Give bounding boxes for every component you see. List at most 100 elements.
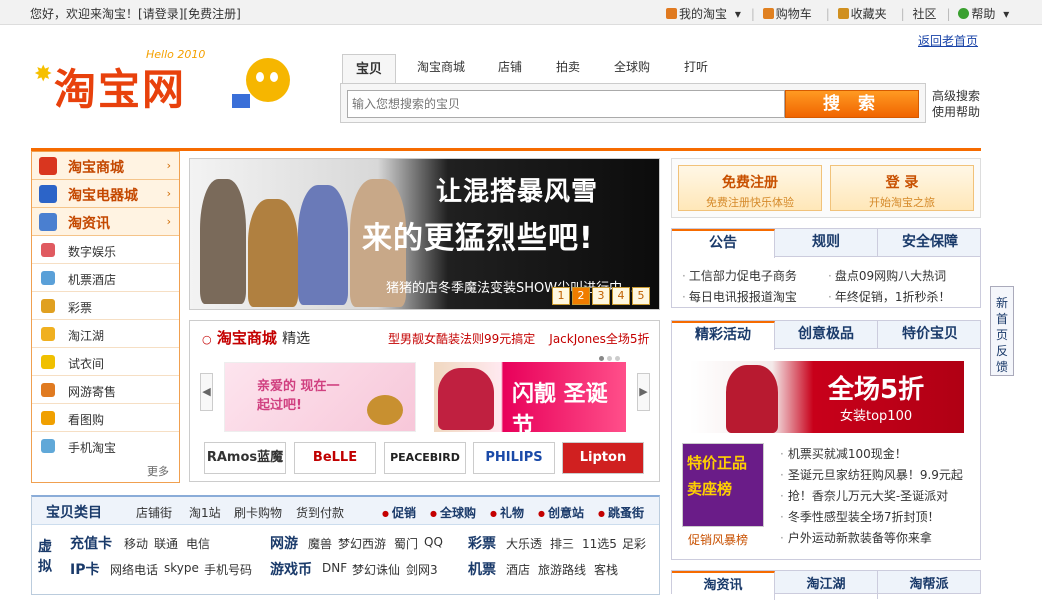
tab-activities[interactable]: 精彩活动 [672, 321, 775, 350]
tab-tao-news[interactable]: 淘资讯 [672, 571, 775, 600]
tab-rules[interactable]: 规则 [775, 229, 878, 257]
nav-item-picture-shop[interactable]: 看图购 [32, 404, 179, 432]
category-group-title[interactable]: 彩票 [468, 533, 496, 553]
category-tag-link[interactable]: 全球购 [430, 504, 476, 521]
register-button[interactable]: 免费注册 免费注册快乐体验 [678, 165, 822, 211]
mall-link[interactable]: JackJones全场5折 [549, 332, 649, 346]
carousel-prev-button[interactable]: ◀ [200, 373, 213, 411]
favorites-link[interactable]: 收藏夹 [837, 7, 891, 21]
category-link[interactable]: 梦幻西游 [338, 535, 386, 552]
brand-logo-ramos[interactable]: RAmos蓝魔 [204, 442, 286, 474]
search-input[interactable] [347, 90, 785, 118]
carousel-dot[interactable] [607, 356, 612, 361]
category-head-link[interactable]: 店铺街 [136, 504, 172, 521]
category-head-link[interactable]: 货到付款 [296, 504, 344, 521]
promo-list-item[interactable]: 机票买就减100现金！ [780, 445, 907, 462]
category-tag-link[interactable]: 礼物 [490, 504, 524, 521]
tab-specials[interactable]: 特价宝贝 [878, 321, 982, 349]
category-link[interactable]: 旅游路线 [538, 561, 586, 578]
banner-page-5[interactable]: 5 [632, 287, 650, 305]
brand-logo-belle[interactable]: BeLLE [294, 442, 376, 474]
tab-announcement[interactable]: 公告 [672, 229, 775, 258]
category-tag-link[interactable]: 创意站 [538, 504, 584, 521]
category-link[interactable]: 电信 [186, 535, 210, 552]
cart-link[interactable]: 购物车 [762, 7, 816, 21]
category-head-link[interactable]: 淘1站 [189, 504, 221, 521]
nav-item-electronics[interactable]: 淘宝电器城 › [32, 180, 179, 208]
bestseller-caption[interactable]: 促销风暴榜 [688, 531, 748, 548]
category-link[interactable]: 11选5 [582, 535, 617, 552]
category-link[interactable]: 剑网3 [406, 561, 438, 578]
tab-security[interactable]: 安全保障 [878, 229, 982, 257]
search-tab-auction[interactable]: 拍卖 [544, 54, 592, 81]
search-tab-mall[interactable]: 淘宝商城 [406, 54, 476, 81]
search-tab-shops[interactable]: 店铺 [486, 54, 534, 81]
category-link[interactable]: 蜀门 [394, 535, 418, 552]
category-link[interactable]: DNF [322, 561, 347, 575]
category-group-title[interactable]: 游戏币 [270, 559, 312, 579]
news-item[interactable]: 盘点09网购八大热词 [828, 267, 946, 284]
nav-item-travel[interactable]: 机票酒店 [32, 264, 179, 292]
category-link[interactable]: 魔兽 [308, 535, 332, 552]
register-link[interactable]: [免费注册] [183, 7, 240, 21]
brand-logo-lipton[interactable]: Lipton [562, 442, 644, 474]
news-item[interactable]: 工信部力促电子商务 [682, 267, 797, 284]
promo-list-item[interactable]: 冬季性感型装全场7折封顶！ [780, 508, 940, 525]
login-link[interactable]: [请登录] [138, 7, 183, 21]
mall-link[interactable]: 型男靓女酷装法则99元搞定 [388, 332, 535, 346]
search-tab-ask[interactable]: 打听 [672, 54, 720, 81]
brand-logo-peacebird[interactable]: PEACEBIRD [384, 442, 466, 474]
carousel-next-button[interactable]: ▶ [637, 373, 650, 411]
feedback-button[interactable]: 新首页反馈 [990, 286, 1014, 376]
search-tab-items[interactable]: 宝贝 [342, 54, 396, 84]
category-tag-link[interactable]: 促销 [382, 504, 416, 521]
mall-promo-1[interactable]: 亲爱的 现在一起过吧! [224, 362, 416, 432]
banner-page-3[interactable]: 3 [592, 287, 610, 305]
my-taobao-link[interactable]: 我的淘宝 ▾ [666, 7, 741, 21]
nav-item-lottery[interactable]: 彩票 [32, 292, 179, 320]
main-banner[interactable]: 让混搭暴风雪 来的更猛烈些吧! 猪猪的店冬季魔法变装SHOW尖叫进行中... 1… [189, 158, 660, 310]
bestseller-card[interactable]: 特价正品 卖座榜 [682, 443, 764, 527]
nav-item-digital[interactable]: 数字娱乐 [32, 236, 179, 264]
news-item[interactable]: 年终促销，1折秒杀！ [828, 288, 951, 305]
promo-list-item[interactable]: 抢！香奈儿万元大奖-圣诞派对 [780, 487, 948, 504]
carousel-dot[interactable] [615, 356, 620, 361]
brand-logo-philips[interactable]: PHILIPS [473, 442, 555, 474]
search-tab-global[interactable]: 全球购 [602, 54, 662, 81]
nav-item-news[interactable]: 淘资讯 › [32, 208, 179, 236]
category-link[interactable]: 移动 [124, 535, 148, 552]
category-link[interactable]: 客栈 [594, 561, 618, 578]
activities-banner[interactable]: 全场5折 女装top100 [690, 361, 964, 433]
category-link[interactable]: 足彩 [622, 535, 646, 552]
tab-tao-groups[interactable]: 淘帮派 [878, 571, 980, 599]
category-group-title[interactable]: 网游 [270, 533, 298, 553]
category-link[interactable]: 梦幻诛仙 [352, 561, 400, 578]
category-link[interactable]: skype [164, 561, 199, 575]
category-tag-link[interactable]: 跳蚤街 [598, 504, 644, 521]
category-link[interactable]: 酒店 [506, 561, 530, 578]
category-group-title[interactable]: IP卡 [70, 559, 99, 579]
nav-item-mall[interactable]: 淘宝商城 › [32, 152, 179, 180]
promo-list-item[interactable]: 户外运动新款装备等你来拿 [780, 529, 932, 546]
nav-item-game-trade[interactable]: 网游寄售 [32, 376, 179, 404]
search-button[interactable]: 搜 索 [785, 90, 919, 118]
nav-item-fitting[interactable]: 试衣间 [32, 348, 179, 376]
login-button[interactable]: 登 录 开始淘宝之旅 [830, 165, 974, 211]
carousel-dot[interactable] [599, 356, 604, 361]
category-link[interactable]: QQ [424, 535, 443, 549]
search-help-link[interactable]: 使用帮助 [932, 104, 980, 120]
banner-page-1[interactable]: 1 [552, 287, 570, 305]
more-link[interactable]: 更多 [147, 463, 169, 479]
category-group-title[interactable]: 充值卡 [70, 533, 112, 553]
category-link[interactable]: 排三 [550, 535, 574, 552]
news-item[interactable]: 每日电讯报报道淘宝 [682, 288, 797, 305]
tab-creative[interactable]: 创意极品 [775, 321, 878, 349]
banner-page-2[interactable]: 2 [572, 287, 590, 305]
category-link[interactable]: 网络电话 [110, 561, 158, 578]
advanced-search-link[interactable]: 高级搜索 [932, 88, 980, 104]
category-link[interactable]: 大乐透 [506, 535, 542, 552]
banner-page-4[interactable]: 4 [612, 287, 630, 305]
category-link[interactable]: 联通 [154, 535, 178, 552]
category-link[interactable]: 手机号码 [204, 561, 252, 578]
category-group-title[interactable]: 机票 [468, 559, 496, 579]
